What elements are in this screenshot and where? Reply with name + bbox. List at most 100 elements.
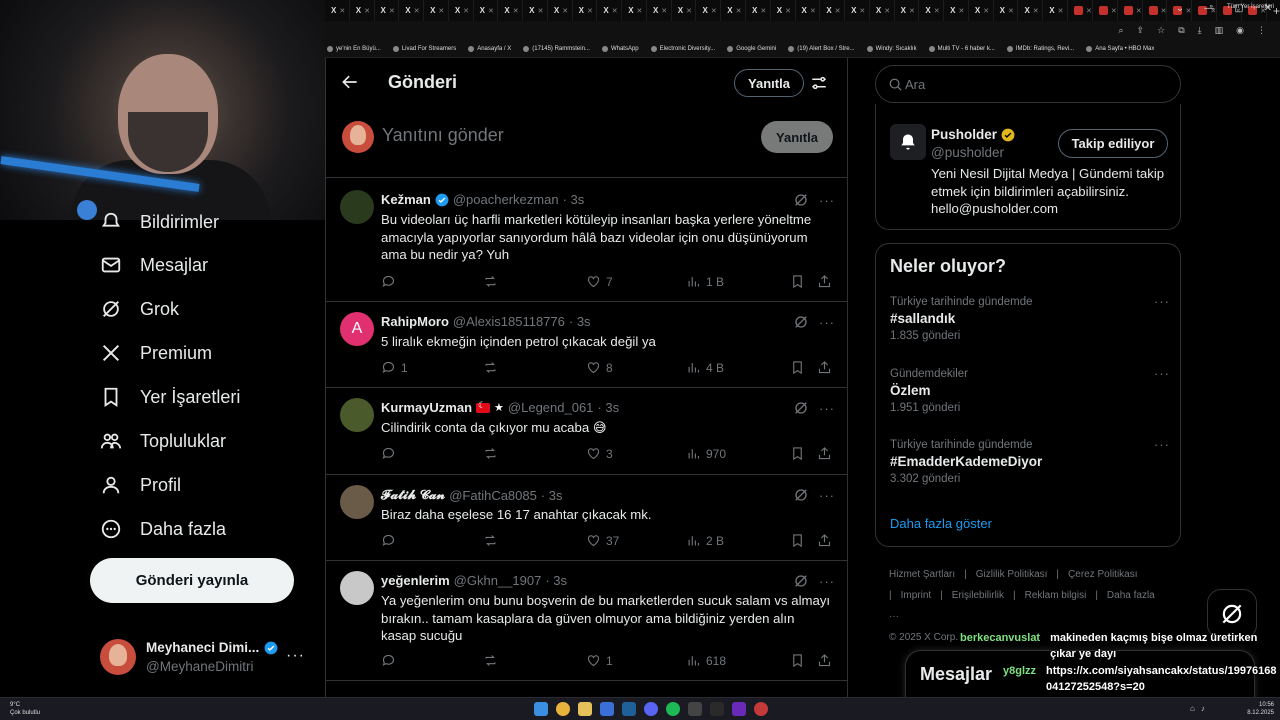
like-button[interactable]: 37 [586, 533, 619, 548]
reply-button[interactable] [381, 446, 401, 461]
more-icon[interactable]: ··· [819, 193, 835, 208]
bookmark-item[interactable]: Livad For Streamers [392, 46, 456, 52]
like-button[interactable]: 1 [586, 653, 613, 668]
avatar[interactable] [340, 571, 374, 605]
views-button[interactable]: 2 B [686, 533, 724, 548]
promo-name[interactable]: Pusholder [931, 127, 997, 142]
start-icon[interactable] [534, 702, 548, 716]
steam-icon[interactable] [622, 702, 636, 716]
star-icon[interactable]: ☆ [1157, 25, 1165, 36]
tab-close-icon[interactable]: ✕ [785, 7, 791, 15]
reply-button[interactable] [381, 274, 401, 289]
clock[interactable]: 10:56 8.12.2025 [1247, 701, 1274, 717]
header-reply-button[interactable]: Yanıtla [734, 69, 804, 97]
browser-tab[interactable]: X ✕ [672, 0, 697, 21]
avatar[interactable]: A [340, 312, 374, 346]
browser-tab[interactable]: X ✕ [994, 0, 1019, 21]
nav-item-daha-fazla[interactable]: Daha fazla [100, 514, 226, 544]
bookmark-button[interactable] [790, 533, 805, 548]
store-icon[interactable] [600, 702, 614, 716]
trend-item[interactable]: Türkiye tarihinde gündemde #EmadderKademe… [890, 437, 1170, 485]
tab-close-icon[interactable]: ✕ [364, 7, 370, 15]
browser-tab[interactable]: X ✕ [498, 0, 524, 21]
tab-close-icon[interactable]: ✕ [736, 7, 742, 15]
browser-tab[interactable]: ✕ [1068, 0, 1093, 21]
reply-tweet[interactable]: 𝓕𝓪𝓽𝓲𝓱 𝓒𝓪𝓷 @FatihCa8085 · 3s ··· Biraz daha e… [326, 475, 847, 561]
avatar[interactable] [340, 398, 374, 432]
browser-tab[interactable]: X ✕ [919, 0, 945, 21]
tab-close-icon[interactable]: ✕ [1033, 7, 1039, 15]
nav-item-premium[interactable]: Premium [100, 338, 212, 368]
tab-close-icon[interactable]: ✕ [537, 7, 543, 15]
nav-item-mesajlar[interactable]: Mesajlar [100, 250, 208, 280]
browser-tab[interactable]: X ✕ [597, 0, 623, 21]
more-icon[interactable]: ··· [819, 574, 835, 589]
tab-close-icon[interactable]: ✕ [760, 7, 766, 15]
like-button[interactable]: 8 [586, 360, 613, 375]
share-button[interactable] [817, 533, 832, 548]
tweet-time[interactable]: · 3s [597, 400, 619, 415]
trend-item[interactable]: Türkiye tarihinde gündemde #sallandık 1.83… [890, 294, 1170, 342]
tab-close-icon[interactable]: ✕ [1058, 7, 1064, 15]
discord-icon[interactable] [644, 702, 658, 716]
browser-tab[interactable]: X ✕ [449, 0, 474, 21]
tab-close-icon[interactable]: ✕ [835, 7, 841, 15]
reply-tweet[interactable]: A RahipMoro @Alexis185118776 · 3s ··· 5 liral… [326, 302, 847, 388]
browser-tab[interactable]: ✕ [1118, 0, 1143, 21]
tweet-author-handle[interactable]: @Alexis185118776 [453, 314, 565, 329]
tab-close-icon[interactable]: ✕ [612, 7, 618, 15]
tab-close-icon[interactable]: ✕ [1161, 7, 1167, 15]
grok-icon[interactable] [793, 487, 809, 503]
footer-link[interactable]: Gizlilik Politikası [976, 569, 1048, 580]
tab-close-icon[interactable]: ✕ [810, 7, 816, 15]
browser-tab[interactable]: X ✕ [474, 0, 499, 21]
bookmark-item[interactable]: IMDb: Ratings, Revi... [1006, 46, 1074, 52]
reply-input[interactable]: Yanıtını gönder [382, 125, 504, 146]
browser-tab[interactable]: ✕ [1143, 0, 1168, 21]
browser-tab[interactable]: X ✕ [969, 0, 994, 21]
app-icon[interactable] [754, 702, 768, 716]
grok-icon[interactable] [793, 192, 809, 208]
tweet-author-name[interactable]: yeğenlerim [381, 573, 450, 588]
account-icon[interactable]: ◉ [1236, 25, 1244, 36]
browser-tab[interactable]: X ✕ [622, 0, 647, 21]
tweet-author-name[interactable]: Kežman [381, 192, 431, 207]
new-tab-icon[interactable]: + [1273, 4, 1280, 18]
bookmark-item[interactable]: (19) Alert Box / Stre... [788, 46, 855, 52]
tab-close-icon[interactable]: ✕ [389, 7, 395, 15]
share-button[interactable] [817, 446, 832, 461]
bookmark-item[interactable]: Multi TV - 6 haber k... [928, 46, 995, 52]
tab-close-icon[interactable]: ✕ [1086, 7, 1092, 15]
views-button[interactable]: 618 [686, 653, 726, 668]
views-button[interactable]: 970 [686, 446, 726, 461]
share-button[interactable] [817, 360, 832, 375]
tab-close-icon[interactable]: ✕ [438, 7, 444, 15]
nav-item-bildirimler[interactable]: Bildirimler [100, 207, 219, 237]
bookmark-item[interactable]: Windy: Sıcaklık [866, 46, 917, 52]
browser-tab[interactable]: X ✕ [325, 0, 350, 21]
tab-close-icon[interactable]: ✕ [1136, 7, 1142, 15]
views-button[interactable]: 4 B [686, 360, 724, 375]
bookmark-button[interactable] [790, 274, 805, 289]
share-button[interactable] [817, 653, 832, 668]
tab-close-icon[interactable]: ✕ [884, 7, 890, 15]
avatar[interactable] [340, 485, 374, 519]
network-icon[interactable]: ⌂ [1190, 704, 1195, 713]
browser-tab[interactable]: X ✕ [870, 0, 895, 21]
tab-close-icon[interactable]: ✕ [909, 7, 915, 15]
browser-tab[interactable]: X ✕ [523, 0, 548, 21]
tweet-author-handle[interactable]: @FatihCa8085 [449, 488, 537, 503]
browser-tab[interactable]: X ✕ [796, 0, 821, 21]
tab-close-icon[interactable]: ✕ [661, 7, 667, 15]
bookmarks-overflow-icon[interactable]: » [1210, 4, 1213, 10]
avatar[interactable] [890, 124, 926, 160]
tweet-time[interactable]: · 3s [541, 488, 563, 503]
tweet-author-handle[interactable]: @poacherkezman [453, 192, 559, 207]
footer-link[interactable]: Hizmet Şartları [889, 569, 955, 580]
browser-tab[interactable]: X ✕ [424, 0, 449, 21]
grok-icon[interactable] [793, 573, 809, 589]
tab-close-icon[interactable]: ✕ [414, 7, 420, 15]
bookmark-item[interactable]: Anasayfa / X [468, 46, 511, 52]
tweet-author-handle[interactable]: @Legend_061 [508, 400, 594, 415]
bookmark-button[interactable] [790, 360, 805, 375]
